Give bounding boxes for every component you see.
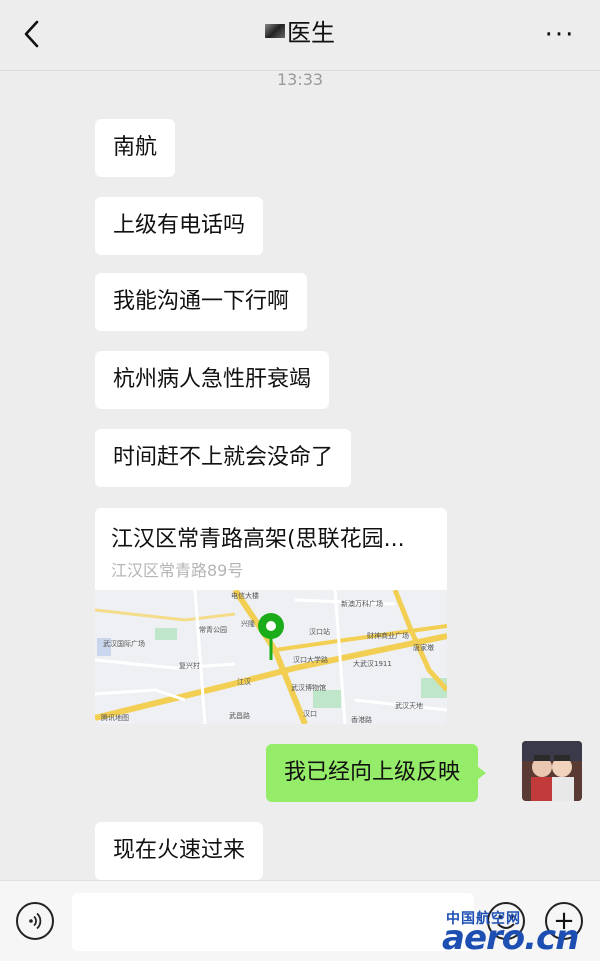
location-address: 江汉区常青路89号 [111, 561, 244, 580]
map-label: 唐家墩 [413, 643, 434, 652]
map-label: 新澳万科广场 [341, 599, 383, 608]
redaction-mark [265, 24, 285, 38]
map-label: 电信大楼 [231, 591, 259, 600]
message-bubble[interactable]: 南航 [95, 119, 176, 177]
avatar-image [522, 741, 582, 801]
map-label: 香港路 [351, 715, 372, 724]
chat-title: 医生 [287, 19, 335, 47]
map-label: 财神商业广场 [367, 631, 409, 640]
message-input[interactable] [72, 893, 474, 951]
message-bubble[interactable]: 上级有电话吗 [95, 197, 264, 255]
more-icon: ··· [544, 20, 576, 50]
map-label: 大武汉1911 [353, 659, 392, 668]
chat-title-wrap: 医生 [0, 16, 600, 50]
message-timestamp: 13:33 [276, 70, 324, 89]
map-label: 武汉博物馆 [291, 683, 326, 692]
map-attribution: 腾讯地图 [101, 713, 129, 722]
message-bubble-outgoing[interactable]: 我已经向上级反映 [266, 744, 487, 802]
map-label: 汉口 [303, 710, 317, 718]
map-graphic: 电信大楼 新澳万科广场 常青公园 兴隆 汉口站 财神商业广场 汉口大学路 大武汉… [95, 590, 447, 724]
location-title: 江汉区常青路高架(思联花园... [111, 527, 405, 552]
map-label: 兴隆 [241, 619, 255, 628]
voice-icon [29, 912, 42, 930]
map-label: 常青公园 [199, 625, 227, 634]
watermark-text-en: aero.cn [442, 918, 579, 958]
chat-header: 医生 ··· [0, 0, 600, 71]
voice-button[interactable] [16, 902, 54, 940]
map-label: 武汉国际广场 [103, 639, 145, 648]
map-label: 汉口大学路 [293, 655, 328, 664]
location-map[interactable]: 电信大楼 新澳万科广场 常青公园 兴隆 汉口站 财神商业广场 汉口大学路 大武汉… [95, 590, 447, 724]
message-bubble[interactable]: 时间赶不上就会没命了 [95, 429, 352, 487]
map-label: 复兴村 [179, 661, 200, 670]
message-bubble[interactable]: 杭州病人急性肝衰竭 [95, 351, 330, 409]
map-label: 汉口站 [309, 627, 330, 636]
more-button[interactable]: ··· [538, 18, 582, 52]
message-bubble[interactable]: 我能沟通一下行啊 [95, 273, 308, 331]
map-label: 武汉天地 [395, 701, 423, 710]
map-label: 江汉 [237, 678, 251, 686]
avatar[interactable] [522, 741, 582, 801]
location-message-card[interactable]: 江汉区常青路高架(思联花园... 江汉区常青路89号 电信大楼 新澳万科广场 常… [95, 508, 447, 724]
map-label: 武昌路 [229, 711, 250, 720]
message-bubble[interactable]: 现在火速过来 [95, 822, 264, 880]
